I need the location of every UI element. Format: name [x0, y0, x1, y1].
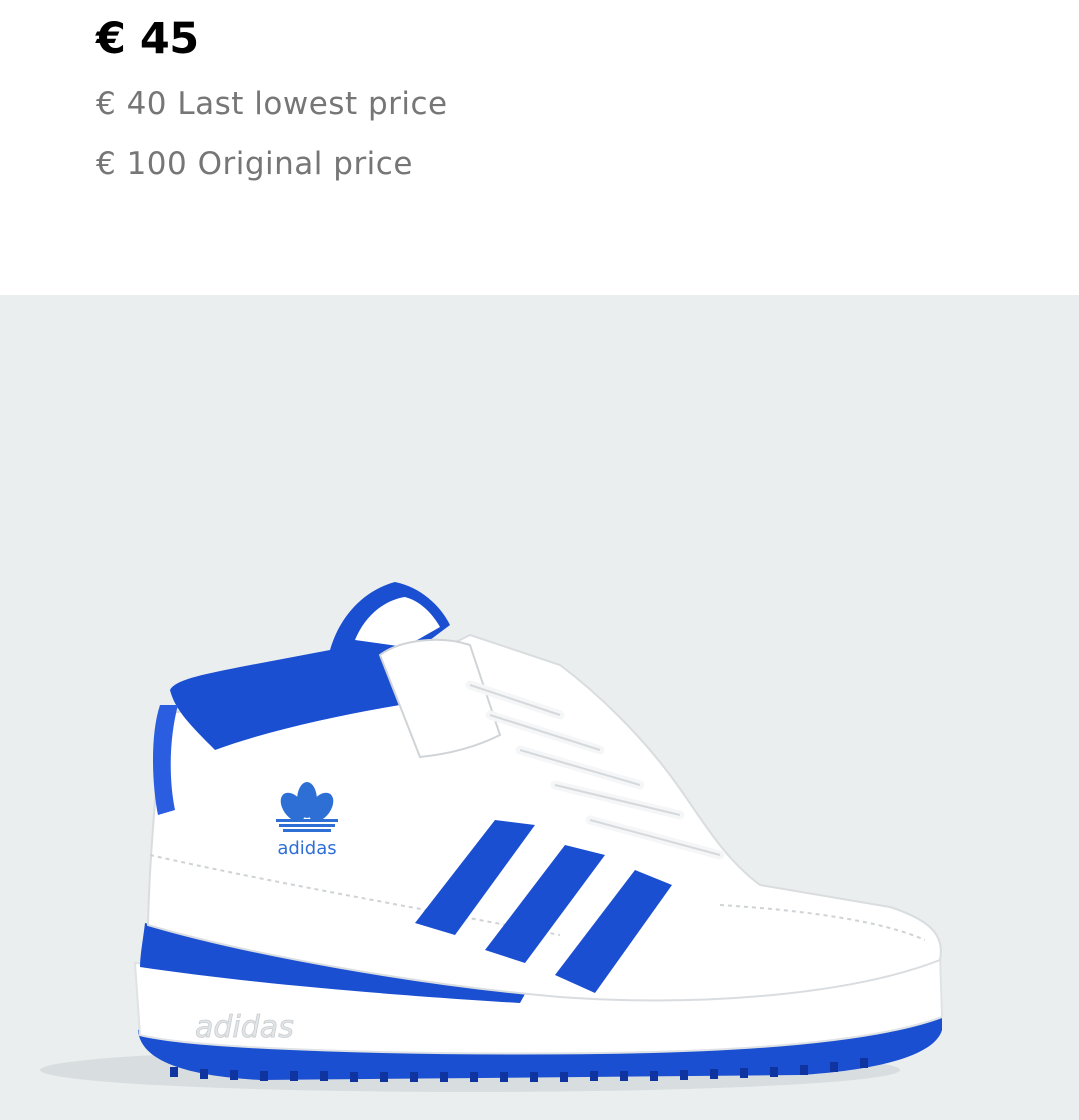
product-image[interactable]: adidas adidas	[0, 295, 1079, 1120]
trefoil-wordmark: adidas	[277, 838, 336, 859]
sneaker-illustration: adidas adidas	[40, 582, 944, 1092]
last-lowest-price: € 40 Last lowest price	[96, 86, 448, 122]
original-price: € 100 Original price	[96, 146, 413, 182]
current-price: € 45	[96, 14, 199, 64]
trefoil-logo: adidas	[276, 782, 338, 859]
midsole-logo: adidas	[195, 1010, 294, 1045]
